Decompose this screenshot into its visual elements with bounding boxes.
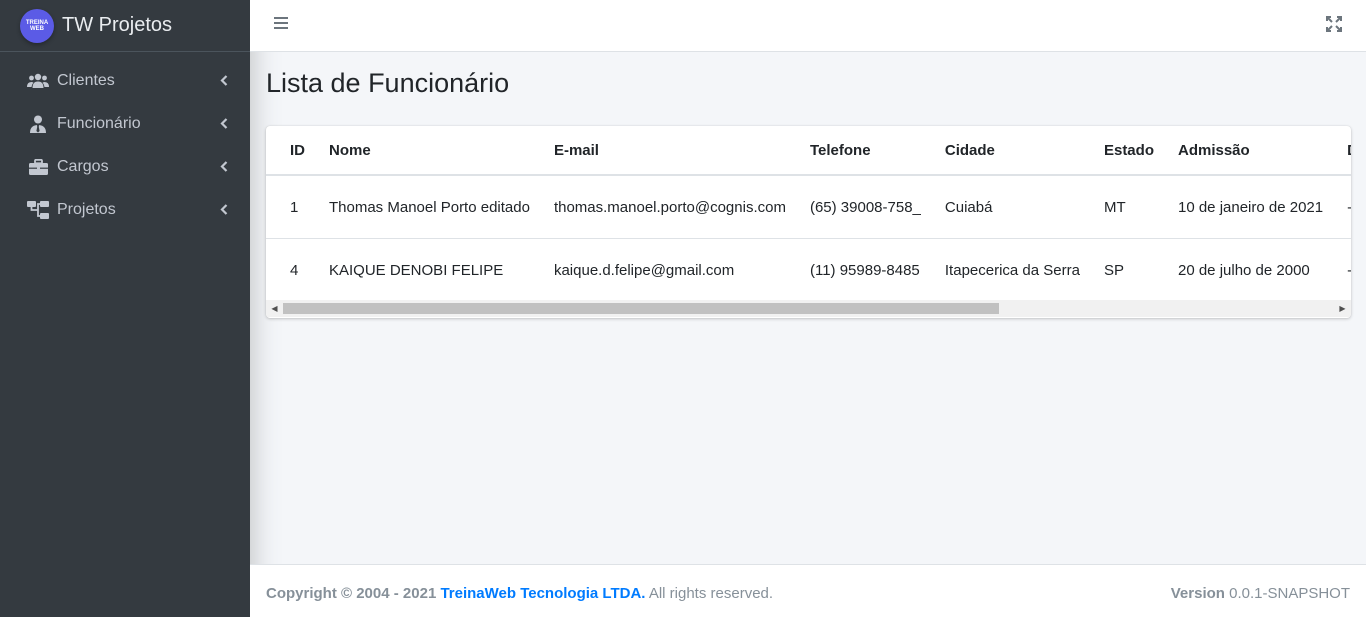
chevron-left-icon — [220, 73, 228, 89]
scroll-left-icon[interactable]: ◀ — [266, 300, 283, 317]
cell-admissao: 10 de janeiro de 2021 — [1165, 175, 1336, 239]
user-tie-icon — [26, 115, 50, 133]
sitemap-icon — [26, 200, 50, 219]
chevron-left-icon — [220, 116, 228, 132]
version-value: 0.0.1-SNAPSHOT — [1229, 585, 1350, 602]
sidebar-item-label: Projetos — [57, 200, 116, 218]
column-header-cidade: Cidade — [932, 126, 1092, 176]
table-row: 1 Thomas Manoel Porto editado thomas.man… — [266, 175, 1351, 239]
page-title: Lista de Funcionário — [266, 68, 510, 98]
brand-logo-text: TREINA WEB — [25, 19, 49, 32]
footer: Copyright © 2004 - 2021 TreinaWeb Tecnol… — [250, 564, 1366, 617]
column-header-demissao: De — [1335, 126, 1351, 176]
cell-cidade: Cuiabá — [932, 175, 1092, 239]
cell-cidade: Itapecerica da Serra — [932, 238, 1092, 300]
column-header-nome: Nome — [317, 126, 542, 176]
briefcase-icon — [26, 158, 50, 176]
brand-title: TW Projetos — [62, 14, 173, 36]
sidebar-item-projetos[interactable]: Projetos — [0, 188, 250, 231]
cell-demissao: - — [1335, 175, 1351, 239]
brand-link[interactable]: TREINA WEB TW Projetos — [0, 0, 250, 52]
column-header-admissao: Admissão — [1165, 126, 1336, 176]
sidebar-nav: Clientes Funcionário Cargos Projetos — [0, 52, 250, 231]
cell-admissao: 20 de julho de 2000 — [1165, 238, 1336, 300]
column-header-estado: Estado — [1091, 126, 1166, 176]
top-navbar — [250, 0, 1366, 52]
sidebar-item-funcionario[interactable]: Funcionário — [0, 102, 250, 145]
cell-id: 4 — [266, 238, 317, 300]
employees-card: ID Nome E-mail Telefone Cidade Estado Ad… — [266, 126, 1351, 318]
horizontal-scrollbar[interactable]: ◀ ▶ — [266, 300, 1351, 317]
sidebar-item-label: Funcionário — [57, 114, 141, 132]
sidebar-item-clientes[interactable]: Clientes — [0, 59, 250, 102]
cell-demissao: - — [1335, 238, 1351, 300]
footer-copyright: Copyright © 2004 - 2021 TreinaWeb Tecnol… — [266, 585, 773, 602]
cell-estado: SP — [1091, 238, 1166, 300]
cell-id: 1 — [266, 175, 317, 239]
cell-email: kaique.d.felipe@gmail.com — [541, 238, 798, 300]
rights-text: All rights reserved. — [648, 585, 774, 602]
cell-telefone: (11) 95989-8485 — [797, 238, 933, 300]
sidebar-item-label: Clientes — [57, 71, 115, 89]
table-header-row: ID Nome E-mail Telefone Cidade Estado Ad… — [266, 126, 1351, 176]
cell-telefone: (65) 39008-758_ — [797, 175, 933, 239]
column-header-id: ID — [266, 126, 317, 176]
brand-logo: TREINA WEB — [20, 8, 54, 43]
bars-icon[interactable] — [274, 17, 288, 31]
copyright-text: Copyright © 2004 - 2021 — [266, 585, 437, 602]
employees-table: ID Nome E-mail Telefone Cidade Estado Ad… — [266, 126, 1351, 300]
company-link[interactable]: TreinaWeb Tecnologia LTDA. — [440, 585, 645, 602]
table-scroll-area[interactable]: ID Nome E-mail Telefone Cidade Estado Ad… — [266, 126, 1351, 300]
users-icon — [26, 72, 50, 90]
cell-email: thomas.manoel.porto@cognis.com — [541, 175, 798, 239]
chevron-left-icon — [220, 202, 228, 218]
sidebar-item-label: Cargos — [57, 157, 109, 175]
column-header-telefone: Telefone — [797, 126, 933, 176]
table-row: 4 KAIQUE DENOBI FELIPE kaique.d.felipe@g… — [266, 238, 1351, 300]
chevron-left-icon — [220, 159, 228, 175]
cell-nome: KAIQUE DENOBI FELIPE — [317, 238, 542, 300]
expand-icon[interactable] — [1326, 16, 1344, 34]
version-label: Version — [1170, 585, 1225, 602]
cell-nome: Thomas Manoel Porto editado — [317, 175, 542, 239]
scrollbar-thumb[interactable] — [283, 303, 999, 314]
cell-estado: MT — [1091, 175, 1166, 239]
footer-version: Version 0.0.1-SNAPSHOT — [1171, 585, 1350, 602]
sidebar-item-cargos[interactable]: Cargos — [0, 145, 250, 188]
sidebar: TREINA WEB TW Projetos Clientes Funcioná… — [0, 0, 250, 617]
column-header-email: E-mail — [541, 126, 798, 176]
scroll-right-icon[interactable]: ▶ — [1334, 300, 1351, 317]
